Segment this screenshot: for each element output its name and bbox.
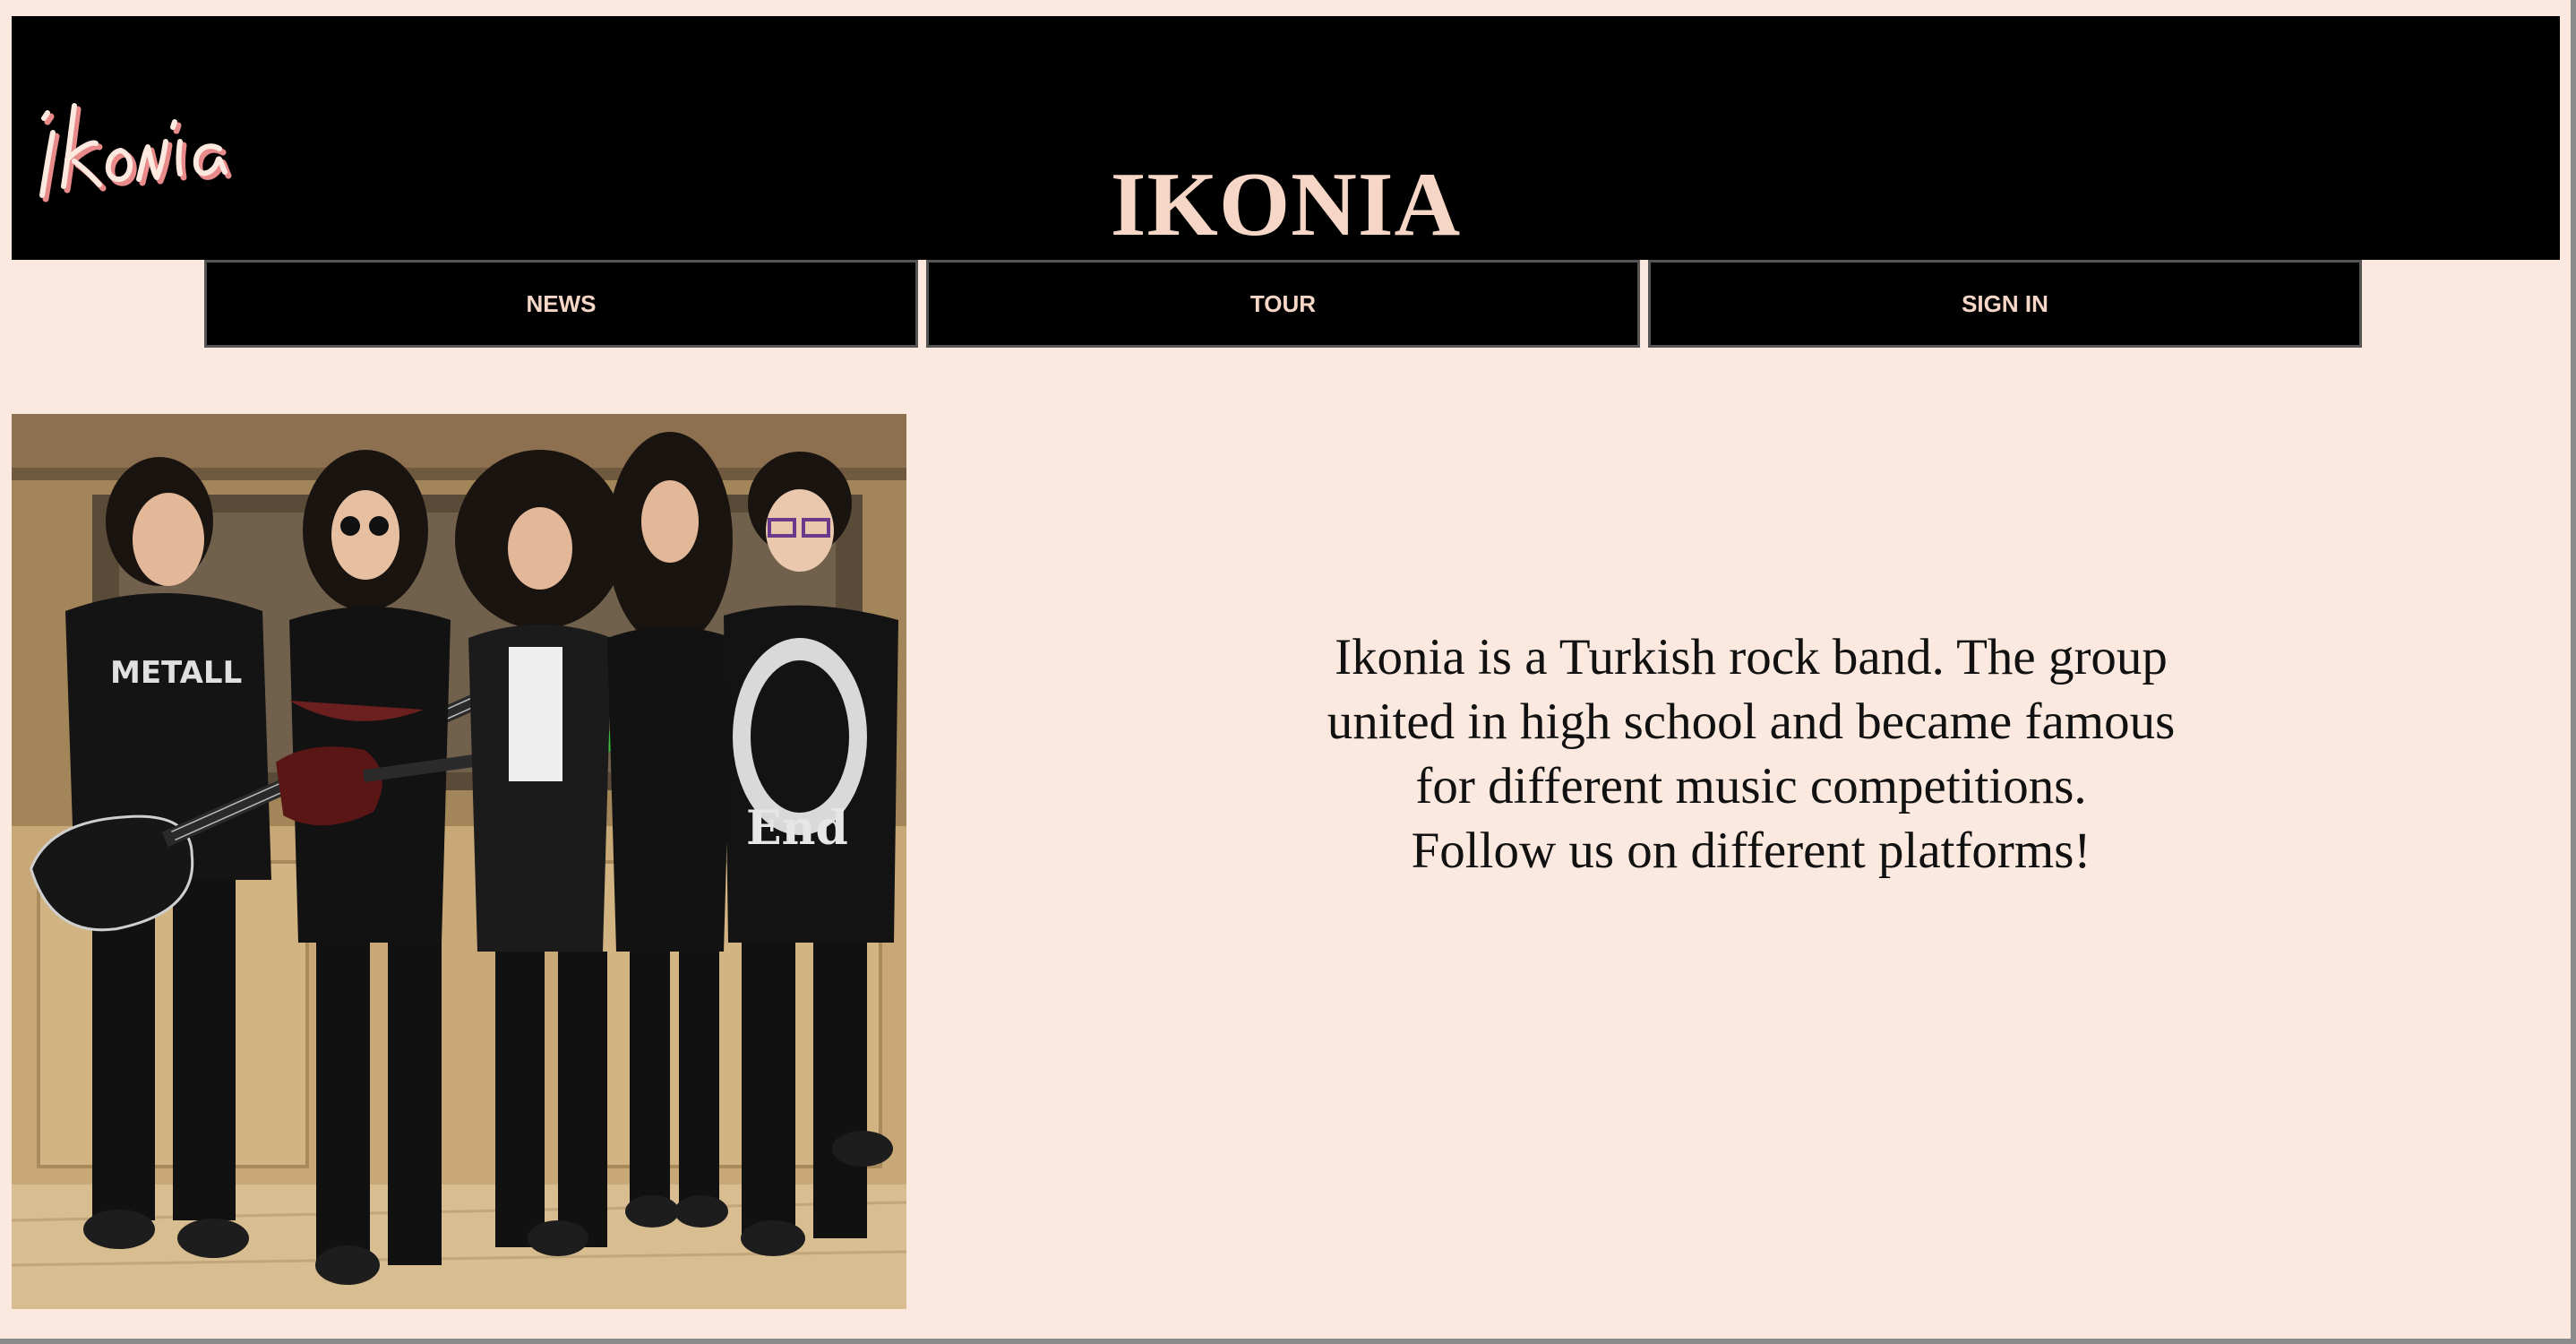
about-line-1: Ikonia is a Turkish rock band. The group <box>1335 629 2168 685</box>
band-photo: METALL End <box>12 414 906 1309</box>
svg-text:METALL: METALL <box>110 655 242 691</box>
nav-tour-button[interactable]: TOUR <box>926 260 1640 348</box>
svg-text:End: End <box>746 801 848 856</box>
about-line-2: united in high school and became famous <box>1327 694 2176 750</box>
about-section: Ikonia is a Turkish rock band. The group… <box>1254 625 2248 883</box>
nav-news-button[interactable]: NEWS <box>204 260 918 348</box>
band-photo-illustration: METALL End <box>12 414 906 1309</box>
about-line-4: Follow us on different platforms! <box>1411 823 2091 879</box>
site-title: IKONIA <box>1110 154 1462 256</box>
site-header: IKONIA <box>12 16 2560 260</box>
about-line-3: for different music competitions. <box>1415 758 2087 814</box>
nav-sign-in-button[interactable]: SIGN IN <box>1648 260 2362 348</box>
main-nav: NEWS TOUR SIGN IN <box>204 260 2362 348</box>
